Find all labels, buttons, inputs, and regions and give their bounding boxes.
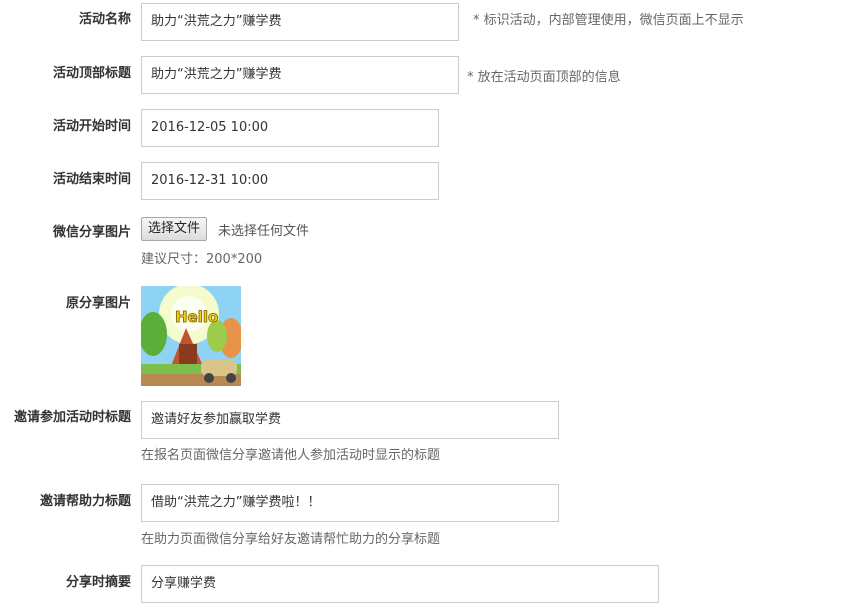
original-share-image: Hello [141,286,241,386]
end-time-label: 活动结束时间 [52,172,131,187]
top-title-hint: * 放在活动页面顶部的信息 [467,70,621,85]
share-summary-input[interactable]: 分享赚学费 [141,565,659,603]
share-image-size-hint: 建议尺寸：200*200 [141,252,263,267]
share-image-label: 微信分享图片 [52,225,131,240]
activity-name-hint: * 标识活动，内部管理使用，微信页面上不显示 [473,13,744,28]
top-title-label: 活动顶部标题 [52,66,131,81]
end-time-input[interactable]: 2016-12-31 10:00 [141,162,439,200]
share-summary-label: 分享时摘要 [65,575,131,590]
start-time-input[interactable]: 2016-12-05 10:00 [141,109,439,147]
file-status-text: 未选择任何文件 [218,224,310,239]
invite-join-label: 邀请参加活动时标题 [13,410,131,425]
invite-join-input[interactable]: 邀请好友参加赢取学费 [141,401,559,439]
invite-help-hint: 在助力页面微信分享给好友邀请帮忙助力的分享标题 [141,532,441,547]
invite-help-input[interactable]: 借助“洪荒之力”赚学费啦！！ [141,484,559,522]
start-time-label: 活动开始时间 [52,119,131,134]
activity-name-input[interactable]: 助力“洪荒之力”赚学费 [141,3,459,41]
top-title-input[interactable]: 助力“洪荒之力”赚学费 [141,56,459,94]
original-image-label: 原分享图片 [65,296,131,311]
image-hello-text: Hello [175,308,218,326]
invite-help-label: 邀请帮助力标题 [39,494,131,509]
activity-name-label: 活动名称 [78,12,131,27]
choose-file-button[interactable]: 选择文件 [141,217,208,241]
invite-join-hint: 在报名页面微信分享邀请他人参加活动时显示的标题 [141,448,441,463]
